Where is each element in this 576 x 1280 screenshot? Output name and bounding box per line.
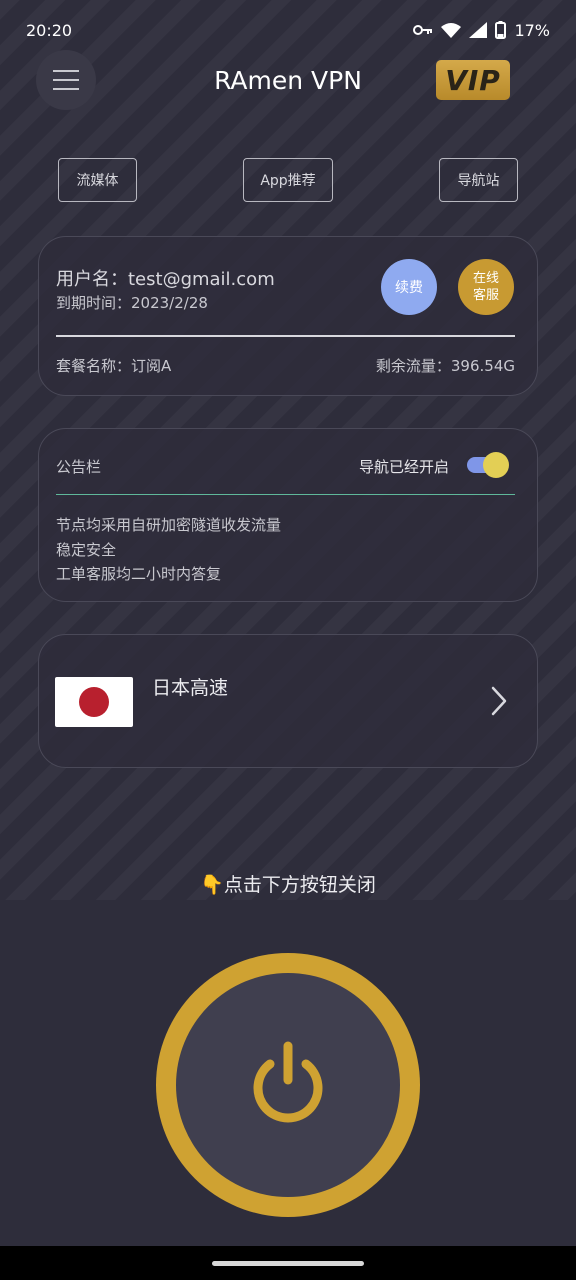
japan-flag-icon <box>55 677 133 727</box>
username: 用户名：test@gmail.com <box>56 269 275 290</box>
notice-content: 节点均采用自研加密隧道收发流量 稳定安全 工单客服均二小时内答复 <box>56 513 281 587</box>
notice-line: 节点均采用自研加密隧道收发流量 <box>56 516 282 534</box>
streaming-button[interactable]: 流媒体 <box>58 158 137 202</box>
system-nav-bar <box>0 1246 576 1280</box>
power-icon <box>248 1040 328 1130</box>
nav-site-button[interactable]: 导航站 <box>439 158 518 202</box>
connect-hint: 👇点击下方按钮关闭 <box>200 874 376 896</box>
remaining-traffic: 剩余流量：396.54G <box>375 357 515 375</box>
chevron-right-icon <box>489 685 509 721</box>
notice-line: 工单客服均二小时内答复 <box>56 565 222 583</box>
vip-button[interactable]: VIP <box>436 60 510 100</box>
divider <box>56 335 515 337</box>
nav-toggle[interactable] <box>467 452 511 478</box>
renew-button[interactable]: 续费 <box>381 259 437 315</box>
support-label-line1: 在线 <box>472 271 499 286</box>
notice-title: 公告栏 <box>56 458 102 476</box>
server-name: 日本高速 <box>152 677 229 699</box>
plan-name: 套餐名称：订阅A <box>56 357 172 375</box>
battery-percent: 17% <box>514 20 550 40</box>
key-icon <box>413 23 433 37</box>
nav-toggle-label: 导航已经开启 <box>358 458 449 476</box>
toggle-knob <box>483 452 509 478</box>
wifi-icon <box>441 22 462 38</box>
battery-icon <box>495 21 507 39</box>
signal-icon <box>469 22 488 38</box>
home-indicator[interactable] <box>212 1261 364 1266</box>
app-recommend-button[interactable]: App推荐 <box>243 158 333 202</box>
status-time: 20:20 <box>26 20 73 40</box>
notice-line: 稳定安全 <box>56 540 117 559</box>
user-info-card: 用户名：test@gmail.com 到期时间：2023/2/28 续费 在线 … <box>38 236 538 396</box>
notice-card: 公告栏 导航已经开启 节点均采用自研加密隧道收发流量 稳定安全 工单客服均二小时… <box>38 428 538 602</box>
support-label-line2: 客服 <box>472 288 499 303</box>
divider <box>56 494 515 495</box>
support-button[interactable]: 在线 客服 <box>458 259 514 315</box>
app-header: RAmen VPN VIP <box>0 50 576 112</box>
power-button[interactable] <box>156 953 420 1217</box>
status-icons: 17% <box>413 21 550 40</box>
expiry-date: 到期时间：2023/2/28 <box>56 294 208 312</box>
server-selector[interactable]: 日本高速 <box>38 634 538 768</box>
